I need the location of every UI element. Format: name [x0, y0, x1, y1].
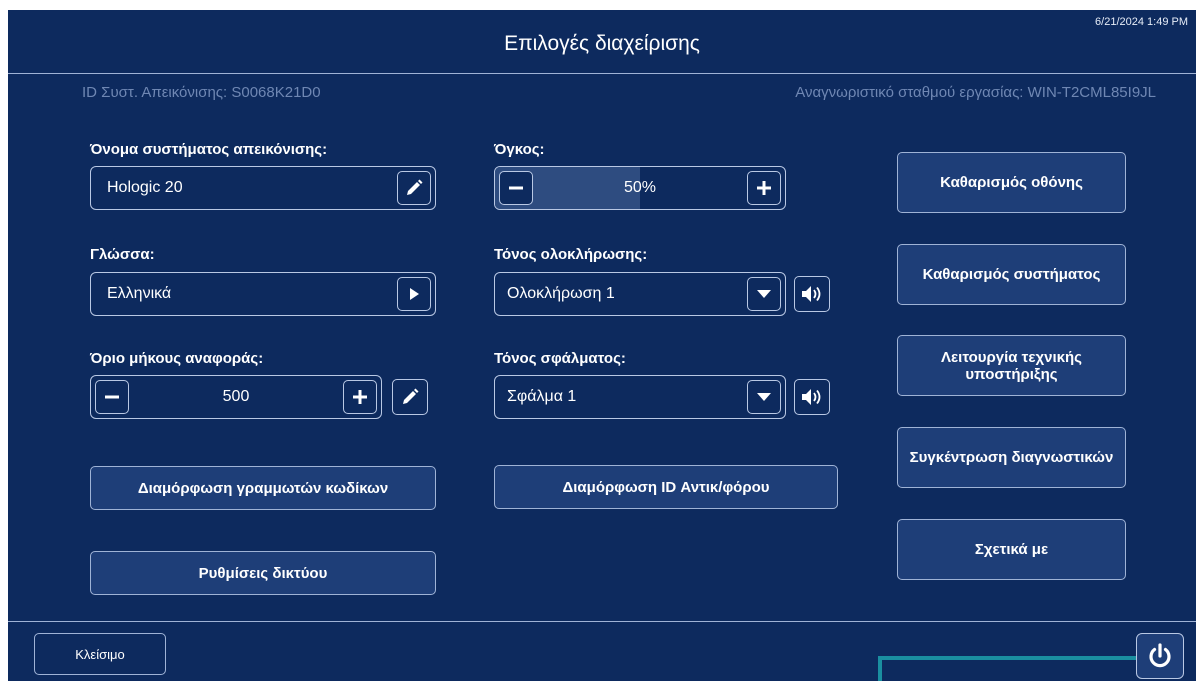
system-name-field[interactable]: Hologic 20 — [90, 166, 436, 210]
completion-tone-label: Τόνος ολοκλήρωσης: — [494, 246, 648, 263]
power-button[interactable] — [1136, 633, 1184, 679]
volume-decrease-button[interactable] — [499, 171, 533, 205]
power-indicator-line — [878, 656, 1136, 660]
caret-down-icon — [757, 393, 771, 401]
language-select-button[interactable] — [397, 277, 431, 311]
completion-tone-dropdown-button[interactable] — [747, 277, 781, 311]
error-tone-label: Τόνος σφάλματος: — [494, 350, 626, 367]
system-id: ID Συστ. Απεικόνισης: S0068K21D0 — [82, 84, 321, 101]
volume-stepper: 50% — [494, 166, 786, 210]
edit-system-name-button[interactable] — [397, 171, 431, 205]
edit-report-length-button[interactable] — [392, 379, 428, 415]
plus-icon — [757, 181, 771, 195]
language-field[interactable]: Ελληνικά — [90, 272, 436, 316]
close-button[interactable]: Κλείσιμο — [34, 633, 166, 675]
completion-tone-value: Ολοκλήρωση 1 — [507, 285, 615, 302]
workstation-id: Αναγνωριστικό σταθμού εργασίας: WIN-T2CM… — [795, 84, 1156, 101]
minus-icon — [105, 395, 119, 399]
report-length-decrease-button[interactable] — [95, 380, 129, 414]
power-indicator-stem — [878, 656, 882, 681]
pencil-icon — [407, 179, 423, 195]
about-button[interactable]: Σχετικά με — [897, 519, 1126, 580]
volume-increase-button[interactable] — [747, 171, 781, 205]
plus-icon — [353, 390, 367, 404]
clear-system-button[interactable]: Καθαρισμός συστήματος — [897, 244, 1126, 305]
accession-id-config-button[interactable]: Διαμόρφωση ID Αντικ/φόρου — [494, 465, 838, 509]
barcode-config-button[interactable]: Διαμόρφωση γραμμωτών κωδίκων — [90, 466, 436, 510]
datetime: 6/21/2024 1:49 PM — [1095, 16, 1188, 28]
error-tone-value: Σφάλμα 1 — [507, 388, 577, 405]
error-tone-dropdown[interactable]: Σφάλμα 1 — [494, 375, 786, 419]
page-title: Επιλογές διαχείρισης — [504, 32, 700, 55]
header-divider — [8, 73, 1196, 74]
system-name-value: Hologic 20 — [107, 179, 183, 196]
minus-icon — [509, 186, 523, 190]
report-length-value: 500 — [222, 388, 250, 405]
volume-value: 50% — [623, 179, 657, 196]
language-value: Ελληνικά — [107, 285, 172, 302]
speaker-icon — [802, 389, 821, 405]
report-length-label: Όριο μήκους αναφοράς: — [90, 350, 264, 367]
pencil-icon — [403, 388, 419, 404]
volume-label: Όγκος: — [494, 141, 545, 158]
speaker-icon — [802, 286, 821, 302]
report-length-increase-button[interactable] — [343, 380, 377, 414]
play-right-icon — [410, 288, 419, 300]
error-tone-dropdown-button[interactable] — [747, 380, 781, 414]
completion-tone-play-button[interactable] — [794, 276, 830, 312]
caret-down-icon — [757, 290, 771, 298]
tech-support-mode-button[interactable]: Λειτουργία τεχνικής υποστήριξης — [897, 335, 1126, 396]
system-name-label: Όνομα συστήματος απεικόνισης: — [90, 141, 328, 158]
network-settings-button[interactable]: Ρυθμίσεις δικτύου — [90, 551, 436, 595]
completion-tone-dropdown[interactable]: Ολοκλήρωση 1 — [494, 272, 786, 316]
footer-divider — [8, 621, 1196, 622]
clear-screen-button[interactable]: Καθαρισμός οθόνης — [897, 152, 1126, 213]
admin-options-screen: 6/21/2024 1:49 PM Επιλογές διαχείρισης I… — [8, 10, 1196, 681]
collect-diagnostics-button[interactable]: Συγκέντρωση διαγνωστικών — [897, 427, 1126, 488]
power-icon — [1149, 643, 1171, 668]
report-length-stepper: 500 — [90, 375, 382, 419]
language-label: Γλώσσα: — [90, 246, 155, 263]
error-tone-play-button[interactable] — [794, 379, 830, 415]
